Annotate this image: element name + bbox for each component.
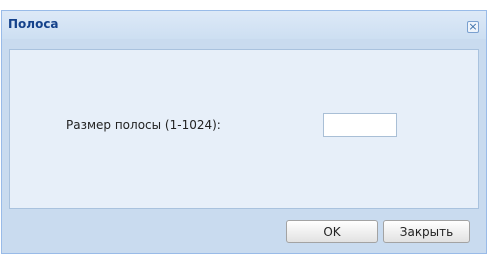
dialog-title: Полоса (8, 17, 59, 31)
band-size-label: Размер полосы (1-1024): (66, 118, 221, 132)
dialog-content: Размер полосы (1-1024): (9, 49, 479, 209)
close-icon[interactable]: × (467, 21, 479, 33)
dialog-titlebar[interactable]: Полоса × (2, 11, 486, 39)
band-dialog: Полоса × Размер полосы (1-1024): OK Закр… (1, 10, 487, 254)
band-size-input[interactable] (323, 113, 397, 137)
close-button[interactable]: Закрыть (383, 220, 470, 243)
ok-button[interactable]: OK (286, 220, 378, 243)
